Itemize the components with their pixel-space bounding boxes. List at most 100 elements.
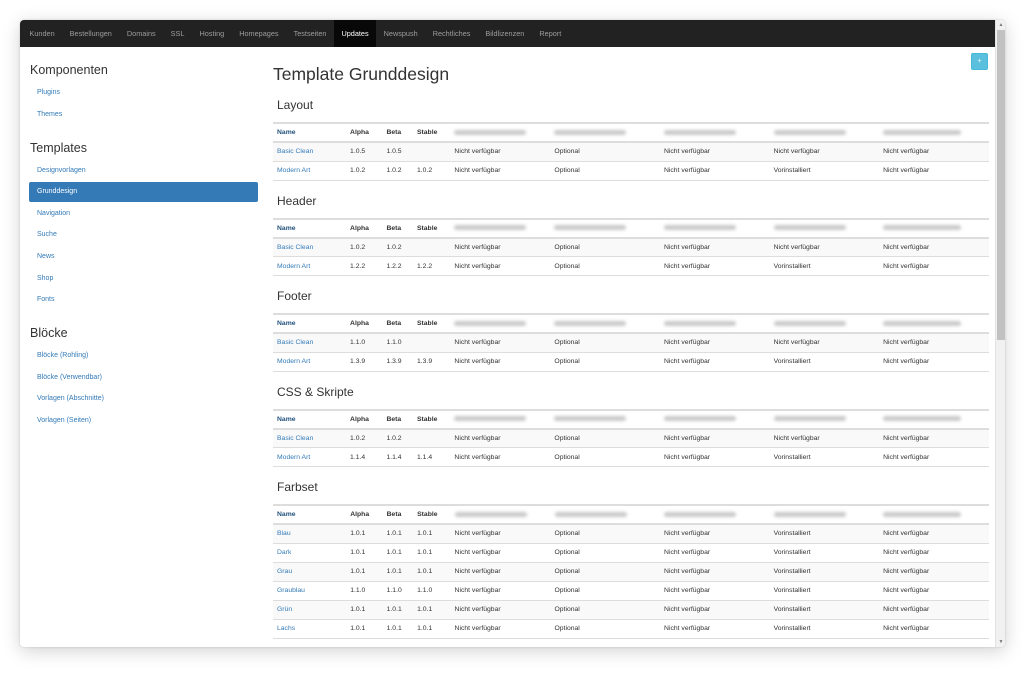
column-header-name[interactable]: Name	[273, 410, 346, 429]
template-name-link[interactable]: Basic Clean	[277, 244, 313, 251]
nav-item-updates[interactable]: Updates	[333, 20, 377, 47]
status-cell: Optional	[550, 161, 660, 181]
column-header-beta: Beta	[386, 129, 402, 136]
table-row: Basic Clean 1.0.5 1.0.5 Nicht verfügbar Opti…	[273, 142, 989, 162]
status-cell: Vorinstalliert	[769, 581, 880, 601]
stable-version-cell: 1.1.0	[413, 581, 451, 601]
alpha-version-cell: 1.1.4	[346, 447, 383, 467]
nav-item-hosting[interactable]: Hosting	[192, 20, 232, 47]
table-header-row: Name Alpha Beta Stable	[273, 123, 989, 142]
column-header-blurred	[879, 410, 989, 429]
template-name-link[interactable]: Graublau	[277, 587, 305, 594]
sidebar-item-fonts[interactable]: Fonts	[29, 290, 258, 310]
sidebar-item-vorlagen-abschnitte[interactable]: Vorlagen (Abschnitte)	[29, 389, 258, 409]
stable-version-cell: 1.0.1	[413, 562, 451, 582]
template-name-link[interactable]: Lachs	[277, 625, 295, 632]
nav-item-testseiten[interactable]: Testseiten	[286, 20, 334, 47]
template-name-link[interactable]: Modern Art	[277, 358, 310, 365]
nav-item-bestellungen[interactable]: Bestellungen	[62, 20, 119, 47]
versions-table: Name Alpha Beta Stable Basic Clean 1.0.5 1.0.5…	[273, 122, 989, 181]
status-cell: Optional	[550, 352, 660, 372]
template-name-link[interactable]: Modern Art	[277, 454, 310, 461]
blurred-label	[883, 511, 962, 517]
name-cell: Modern Art	[273, 352, 347, 372]
beta-version-cell: 1.0.1	[382, 524, 414, 544]
status-cell: Nicht verfügbar	[450, 524, 551, 544]
column-header-alpha: Alpha	[350, 224, 369, 232]
status-cell: Optional	[550, 600, 661, 620]
blurred-label	[773, 416, 846, 422]
name-cell: Modern Art	[273, 161, 347, 181]
column-header-stable: Stable	[417, 511, 438, 518]
status-cell: Nicht verfügbar	[769, 333, 880, 353]
nav-item-report[interactable]: Report	[532, 20, 569, 47]
nav-item-homepages[interactable]: Homepages	[232, 20, 286, 47]
template-name-link[interactable]: Grau	[277, 568, 292, 575]
column-header-beta: Beta	[386, 415, 402, 423]
blurred-label	[883, 129, 962, 135]
column-header-name[interactable]: Name	[273, 314, 346, 333]
column-header-blurred	[879, 123, 989, 142]
template-name-link[interactable]: Basic Clean	[277, 435, 313, 442]
sidebar-item-shop[interactable]: Shop	[29, 269, 258, 289]
scroll-down-arrow-icon[interactable]: ▼	[996, 637, 1005, 647]
sidebar-item-blöcke-rohling[interactable]: Blöcke (Rohling)	[29, 346, 258, 366]
column-header-blurred	[660, 505, 770, 524]
status-cell: Nicht verfügbar	[450, 256, 551, 276]
status-cell: Optional	[550, 524, 661, 544]
nav-item-ssl[interactable]: SSL	[163, 20, 192, 47]
template-name-link[interactable]: Modern Art	[277, 263, 310, 270]
status-cell: Optional	[550, 142, 660, 162]
status-cell: Nicht verfügbar	[450, 619, 551, 639]
blurred-label	[883, 416, 962, 422]
table-row: Blau 1.0.1 1.0.1 1.0.1 Nicht verfügbar Option…	[273, 524, 989, 544]
stable-version-cell: 1.0.1	[413, 543, 451, 563]
template-name-link[interactable]: Basic Clean	[277, 148, 313, 155]
status-cell: Nicht verfügbar	[879, 333, 989, 353]
status-cell: Nicht verfügbar	[450, 581, 551, 601]
column-header-name[interactable]: Name	[273, 123, 346, 142]
nav-item-newspush[interactable]: Newspush	[376, 20, 425, 47]
status-cell: Nicht verfügbar	[659, 237, 770, 257]
sidebar-item-designvorlagen[interactable]: Designvorlagen	[29, 161, 258, 181]
template-name-link[interactable]: Blau	[277, 530, 291, 537]
table-row: Basic Clean 1.0.2 1.0.2 Nicht verfügbar Opti…	[273, 237, 989, 257]
scroll-up-arrow-icon[interactable]: ▲	[996, 20, 1005, 30]
column-header-blurred	[450, 410, 550, 429]
column-header-blurred	[770, 314, 880, 333]
sidebar-item-navigation[interactable]: Navigation	[29, 204, 258, 224]
column-header-blurred	[550, 314, 660, 333]
sidebar-item-grunddesign[interactable]: Grunddesign	[29, 182, 258, 203]
nav-item-rechtliches[interactable]: Rechtliches	[425, 20, 478, 47]
sidebar-item-news[interactable]: News	[29, 247, 258, 267]
column-header-stable: Stable	[416, 320, 438, 327]
sidebar-item-suche[interactable]: Suche	[29, 225, 258, 245]
nav-item-bildlizenzen[interactable]: Bildlizenzen	[478, 20, 532, 47]
template-name-link[interactable]: Basic Clean	[277, 339, 313, 346]
scrollbar-thumb[interactable]	[997, 30, 1005, 340]
section-layout: Layout Name Alpha Beta Stable Basic Clean 1.0.…	[273, 98, 989, 181]
column-header-name[interactable]: Name	[273, 219, 346, 238]
vertical-scrollbar[interactable]: ▲ ▼	[995, 20, 1005, 647]
template-name-link[interactable]: Modern Art	[277, 167, 310, 174]
status-cell: Nicht verfügbar	[879, 352, 989, 372]
column-header-blurred	[879, 314, 989, 333]
sidebar-item-themes[interactable]: Themes	[29, 105, 258, 125]
column-header-name[interactable]: Name	[273, 505, 346, 524]
column-header-blurred	[660, 410, 770, 429]
nav-item-domains[interactable]: Domains	[119, 20, 163, 47]
sidebar-item-vorlagen-seiten[interactable]: Vorlagen (Seiten)	[29, 411, 258, 431]
nav-item-kunden[interactable]: Kunden	[22, 20, 62, 47]
template-name-link[interactable]: Dark	[277, 549, 291, 556]
column-header-blurred	[660, 314, 770, 333]
blurred-label	[773, 511, 846, 517]
table-row: Grün 1.0.1 1.0.1 1.0.1 Nicht verfügbar Option…	[273, 600, 989, 620]
sidebar-item-plugins[interactable]: Plugins	[29, 83, 258, 103]
blurred-label	[883, 225, 962, 231]
name-cell: Basic Clean	[273, 428, 347, 448]
status-cell: Nicht verfügbar	[450, 161, 551, 181]
sidebar-item-blöcke-verwendbar[interactable]: Blöcke (Verwendbar)	[29, 368, 258, 388]
template-name-link[interactable]: Grün	[277, 606, 292, 613]
column-header-alpha: Alpha	[350, 415, 369, 423]
status-cell: Nicht verfügbar	[879, 447, 989, 467]
